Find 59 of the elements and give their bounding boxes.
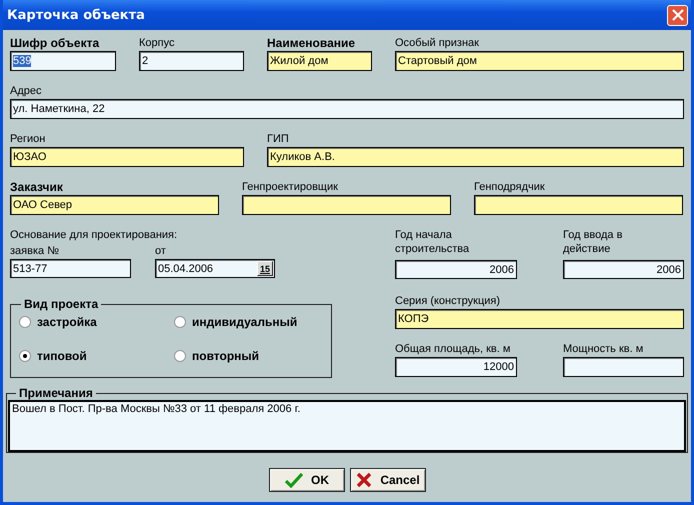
ok-button[interactable]: OK: [269, 468, 345, 492]
group-title: Вид проекта: [23, 298, 100, 311]
field-label: Шифр объекта: [10, 36, 100, 51]
field-label: Регион: [10, 132, 46, 147]
calendar-button[interactable]: 15: [256, 261, 273, 276]
option-label: индивидуальный: [192, 315, 298, 329]
radio-option[interactable]: индивидуальный: [174, 315, 314, 329]
input-field[interactable]: ОАО Север: [10, 195, 219, 215]
field-label: Генподрядчик: [474, 180, 546, 195]
window-title: Карточка объекта: [7, 8, 145, 22]
field-label: Корпус: [139, 36, 176, 51]
input-field[interactable]: 2006: [395, 260, 517, 279]
input-field[interactable]: ЮЗАО: [10, 147, 244, 167]
cancel-button[interactable]: Cancel: [350, 468, 426, 492]
option-label: типовой: [37, 349, 87, 363]
input-field[interactable]: Стартовый дом: [395, 51, 684, 71]
radio-option[interactable]: повторный: [174, 349, 314, 363]
field-label: Основание для проектирования:: [10, 228, 178, 243]
field-label: Заказчик: [10, 180, 64, 195]
date-field[interactable]: 05.04.2006 15: [155, 259, 275, 278]
field-label: Серия (конструкция): [395, 294, 502, 309]
field-label: Общая площадь, кв. м: [395, 342, 512, 357]
field-label: Год начала строительства: [395, 228, 470, 257]
field-label: ГИП: [267, 132, 290, 147]
field-label: Генпроектировщик: [242, 180, 339, 195]
radio-option[interactable]: застройка: [19, 315, 174, 329]
input-field[interactable]: Куликов А.В.: [267, 147, 684, 167]
input-field[interactable]: 12000: [395, 357, 517, 377]
input-field[interactable]: [242, 195, 451, 215]
field-label: от: [155, 244, 167, 259]
option-label: повторный: [192, 349, 260, 363]
option-label: застройка: [37, 315, 97, 329]
close-button[interactable]: [667, 4, 688, 26]
radio-button[interactable]: [174, 350, 186, 362]
input-field[interactable]: КОПЭ: [395, 309, 684, 329]
radio-button[interactable]: [19, 350, 31, 362]
radio-button[interactable]: [19, 316, 31, 328]
cross-icon: [356, 472, 372, 488]
date-value: 05.04.2006: [158, 262, 214, 276]
checkmark-icon: [285, 472, 303, 488]
field-label: заявка №: [10, 244, 60, 259]
radio-option[interactable]: типовой: [19, 349, 174, 363]
field-label: Наименование: [267, 36, 356, 51]
notes-field[interactable]: Вошел в Пост. Пр-ва Москвы №33 от 11 февраля 2006 г.: [8, 400, 686, 452]
input-field[interactable]: 539: [10, 51, 116, 71]
input-field[interactable]: ул. Наметкина, 22: [10, 99, 684, 119]
input-field[interactable]: [563, 357, 684, 377]
input-field[interactable]: 513-77: [10, 259, 131, 278]
field-label: Мощность кв. м: [563, 342, 644, 357]
input-field[interactable]: 2: [139, 51, 244, 71]
close-icon: [672, 9, 684, 21]
group-title: Примечания: [18, 387, 94, 400]
field-label: Особый признак: [395, 36, 480, 51]
input-field[interactable]: [474, 195, 683, 215]
input-field[interactable]: 2006: [563, 260, 684, 279]
field-label: Адрес: [10, 84, 42, 99]
field-label: Год ввода в действие: [563, 228, 624, 257]
input-field[interactable]: Жилой дом: [267, 51, 372, 71]
radio-button[interactable]: [174, 316, 186, 328]
